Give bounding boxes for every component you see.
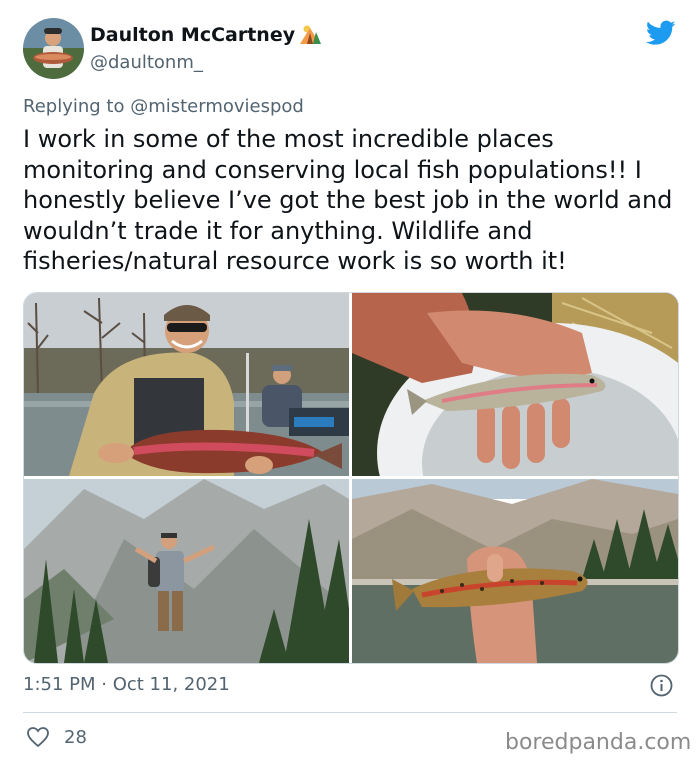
avatar[interactable]	[23, 18, 84, 79]
reply-mention-link[interactable]: @mistermoviespod	[130, 96, 304, 117]
replying-to: Replying to @mistermoviespod	[23, 96, 304, 117]
tweet-text: I work in some of the most incredible pl…	[23, 125, 673, 275]
author-handle[interactable]: @daultonm_	[90, 52, 203, 73]
divider	[23, 712, 677, 713]
photo-trout-in-hand[interactable]	[352, 293, 678, 476]
heart-icon[interactable]	[26, 726, 50, 748]
photo-river-anglers[interactable]	[24, 293, 349, 476]
author-name-row[interactable]: Daulton McCartney	[90, 24, 322, 46]
author-display-name[interactable]: Daulton McCartney	[90, 24, 295, 46]
photo-cutthroat-trout-lake[interactable]	[352, 479, 678, 663]
replying-prefix: Replying to	[23, 96, 131, 117]
watermark: boredpanda.com	[505, 730, 692, 755]
tweet-timestamp[interactable]: 1:51 PM · Oct 11, 2021	[23, 674, 230, 695]
like-count: 28	[64, 727, 87, 748]
info-icon[interactable]	[650, 674, 673, 697]
tent-icon	[298, 24, 322, 46]
media-grid	[23, 292, 679, 664]
photo-hiker-mountains[interactable]	[24, 479, 349, 663]
tweet-card: Daulton McCartney @daultonm_ Replying to…	[0, 0, 700, 764]
twitter-bird-icon	[645, 20, 676, 46]
